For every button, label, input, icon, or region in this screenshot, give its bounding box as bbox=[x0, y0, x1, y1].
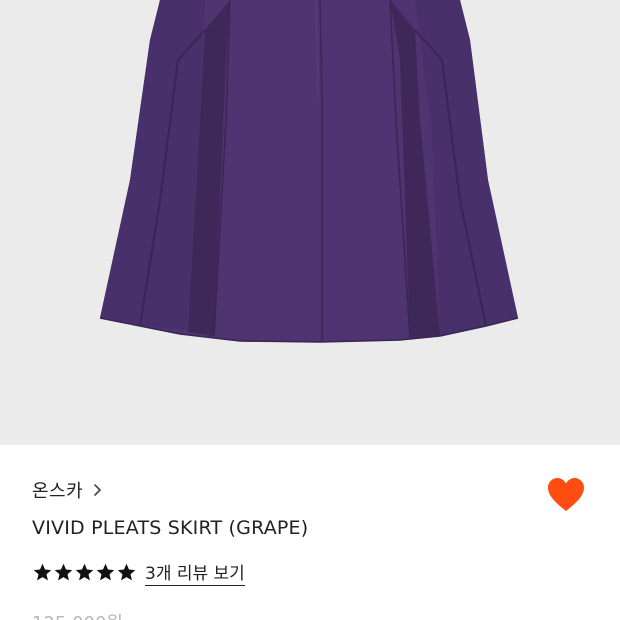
brand-name[interactable]: 온스카 bbox=[32, 477, 83, 503]
rating-stars bbox=[32, 562, 137, 583]
star-icon bbox=[75, 563, 94, 581]
heart-icon bbox=[548, 478, 584, 511]
chevron-right-icon bbox=[91, 481, 105, 499]
star-icon bbox=[96, 563, 115, 581]
star-icon bbox=[54, 563, 73, 581]
product-image[interactable] bbox=[0, 0, 620, 445]
skirt-illustration bbox=[99, 0, 519, 343]
product-info: 온스카 VIVID PLEATS SKIRT (GRAPE) 3개 리뷰 보기 bbox=[0, 445, 620, 620]
star-icon bbox=[117, 563, 136, 581]
review-link[interactable]: 3개 리뷰 보기 bbox=[145, 559, 245, 586]
rating-row: 3개 리뷰 보기 bbox=[32, 559, 245, 586]
product-title: VIVID PLEATS SKIRT (GRAPE) bbox=[32, 517, 309, 539]
wishlist-button[interactable] bbox=[544, 475, 588, 515]
star-icon bbox=[33, 563, 52, 581]
product-detail-page: 온스카 VIVID PLEATS SKIRT (GRAPE) 3개 리뷰 보기 bbox=[0, 0, 620, 620]
brand-link[interactable]: 온스카 bbox=[32, 477, 105, 503]
original-price: 125,000원 bbox=[32, 609, 123, 620]
